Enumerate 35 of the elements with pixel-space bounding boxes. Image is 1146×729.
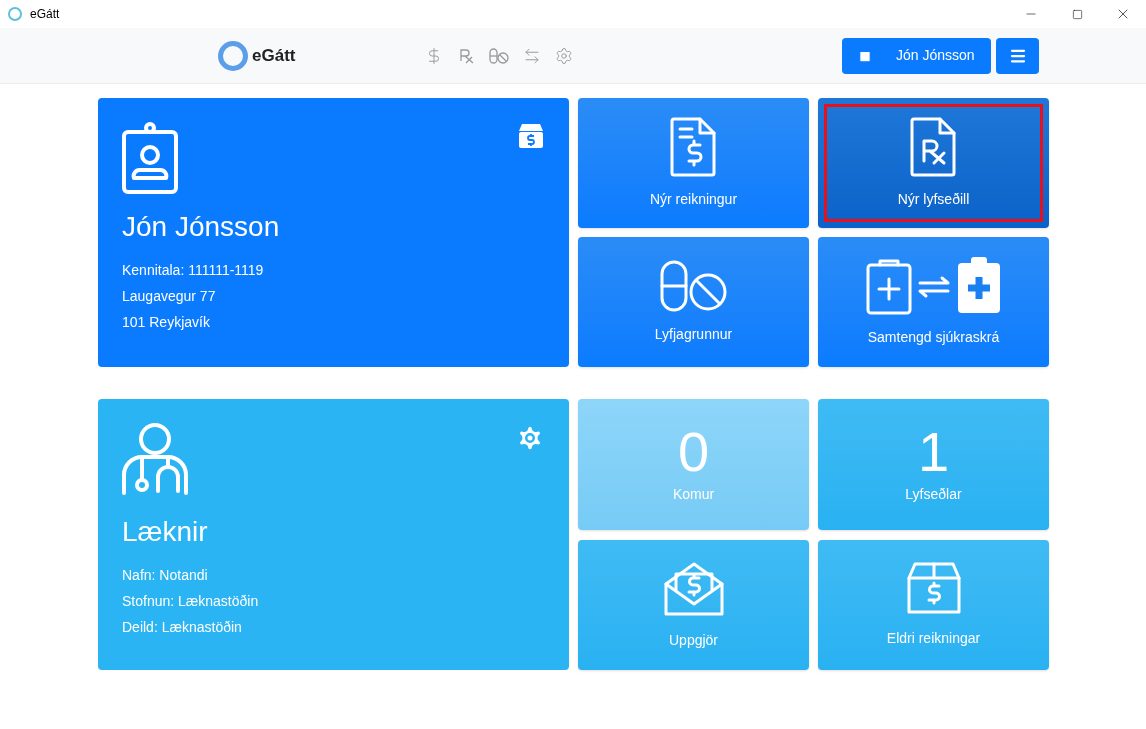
tile-button[interactable]: Nýr lyfseðill — [818, 98, 1049, 228]
user-button[interactable]: Jón Jónsson — [842, 37, 991, 74]
doctor-detail: Nafn: Notandi — [122, 566, 209, 585]
tile-button[interactable]: Nýr reikningur — [578, 98, 809, 228]
doctor-icon — [122, 423, 188, 495]
count-value: 0 — [677, 424, 710, 480]
invoice-file-icon — [669, 116, 718, 177]
count-value: 1 — [917, 424, 950, 480]
clipboard-exchange-icon — [865, 256, 1002, 315]
patient-detail: Laugavegur 77 — [122, 287, 217, 306]
maximize-icon — [1071, 8, 1083, 20]
brand-name: eGátt — [252, 44, 296, 67]
prescription-icon[interactable] — [457, 46, 476, 65]
window-title: eGátt — [30, 6, 60, 23]
brand-logo-icon — [218, 40, 248, 71]
pill-ban-icon — [659, 259, 728, 312]
tile-button[interactable]: Uppgjör — [578, 540, 809, 670]
box-dollar-icon[interactable] — [517, 122, 545, 150]
tile-button[interactable]: Eldri reikningar — [818, 540, 1049, 670]
patient-name: Jón Jónsson — [122, 210, 281, 244]
doctor-detail: Deild: Læknastöðin — [122, 618, 243, 637]
exchange-icon[interactable] — [523, 46, 542, 65]
patient-detail: 101 Reykjavík — [122, 313, 211, 332]
box-dollar-icon — [906, 561, 961, 616]
app-logo-icon — [8, 7, 22, 21]
tile-button[interactable]: 1 Lyfseðlar — [818, 399, 1049, 530]
prescription-file-icon — [909, 116, 958, 177]
settings-icon[interactable] — [555, 46, 574, 65]
pill-ban-icon[interactable] — [489, 46, 510, 65]
menu-button[interactable] — [996, 37, 1039, 74]
doctor-title: Læknir — [122, 515, 209, 549]
patient-detail: Kennitala: 111111-1119 — [122, 261, 265, 280]
tile-button[interactable]: Lyfjagrunnur — [578, 237, 809, 367]
tile-button[interactable]: Samtengd sjúkraskrá — [818, 237, 1049, 367]
doctor-detail: Stofnun: Læknastöðin — [122, 592, 260, 611]
